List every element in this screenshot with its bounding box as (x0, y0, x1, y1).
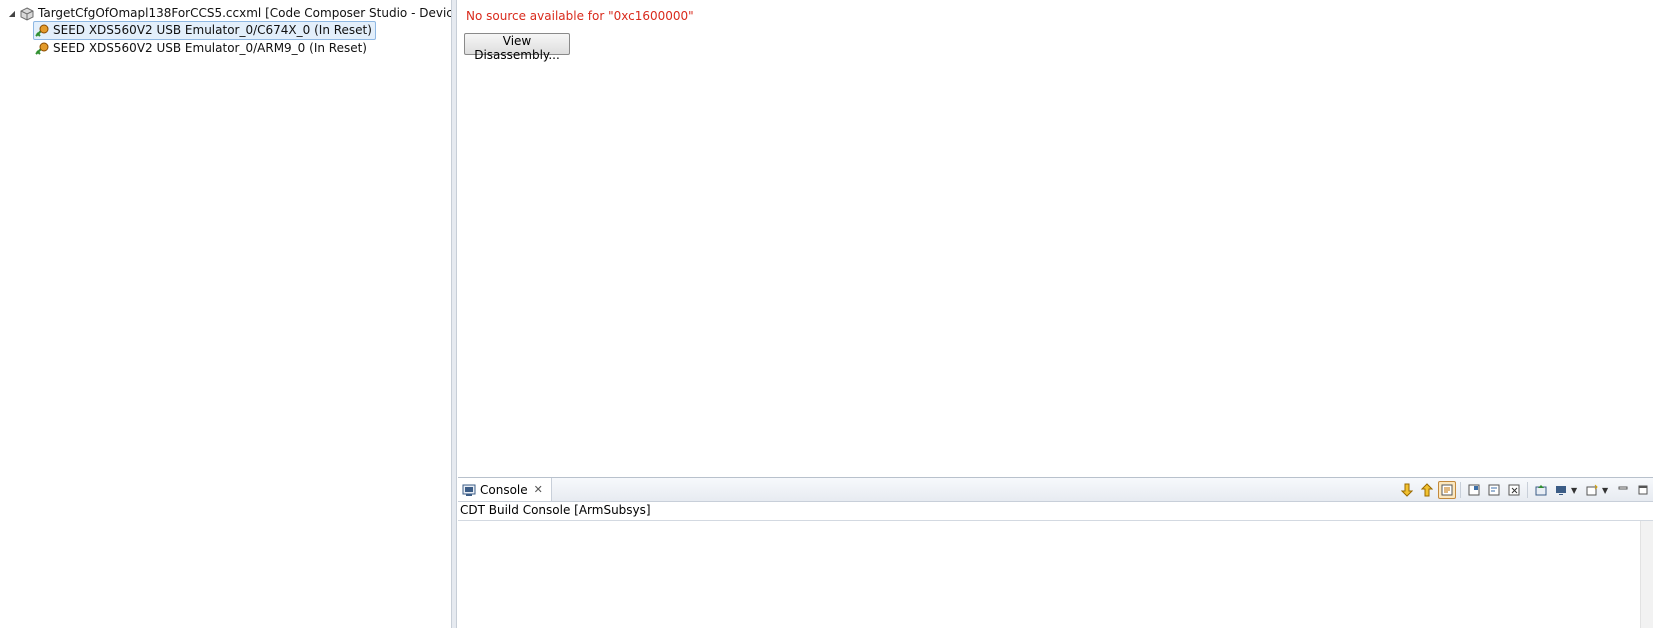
console-tab-label: Console (480, 482, 528, 497)
console-view: Console ✕ ▼ ▼ CDT Build Console [ArmSubs… (458, 477, 1653, 628)
close-icon[interactable]: ✕ (534, 483, 543, 496)
editor-area: No source available for "0xc1600000" Vie… (458, 0, 1653, 477)
pin-console-icon[interactable] (1465, 481, 1483, 499)
maximize-icon[interactable] (1634, 481, 1652, 499)
tree-root-label: TargetCfgOfOmapl138ForCCS5.ccxml [Code C… (38, 6, 452, 20)
scroll-down-icon[interactable] (1398, 481, 1416, 499)
console-tab-bar: Console ✕ ▼ ▼ (458, 478, 1653, 502)
scroll-up-icon[interactable] (1418, 481, 1436, 499)
console-toolbar: ▼ ▼ (1397, 480, 1653, 500)
tree-item-label: SEED XDS560V2 USB Emulator_0/ARM9_0 (In … (53, 41, 367, 55)
selection-highlight: SEED XDS560V2 USB Emulator_0/C674X_0 (In… (33, 21, 376, 40)
tree-item-arm9[interactable]: SEED XDS560V2 USB Emulator_0/ARM9_0 (In … (35, 40, 367, 57)
tree-root-target-config[interactable]: ◢ TargetCfgOfOmapl138ForCCS5.ccxml [Code… (6, 5, 452, 22)
vertical-sash[interactable] (451, 0, 457, 628)
tab-console[interactable]: Console ✕ (458, 478, 552, 501)
ccs-window: ◢ TargetCfgOfOmapl138ForCCS5.ccxml [Code… (0, 0, 1653, 628)
debug-core-icon (35, 24, 49, 38)
toolbar-separator (1460, 482, 1461, 498)
no-source-message: No source available for "0xc1600000" (466, 9, 694, 23)
debug-core-icon (35, 42, 49, 56)
view-disassembly-button[interactable]: View Disassembly... (464, 33, 570, 62)
chevron-down-icon[interactable]: ▼ (1571, 486, 1579, 495)
display-selected-console-icon[interactable] (1532, 481, 1550, 499)
console-output-area[interactable] (458, 520, 1653, 628)
tree-item-c674x[interactable]: SEED XDS560V2 USB Emulator_0/C674X_0 (In… (33, 21, 376, 40)
tree-item-label: SEED XDS560V2 USB Emulator_0/C674X_0 (In… (53, 23, 372, 37)
clear-console-icon[interactable] (1505, 481, 1523, 499)
minimize-icon[interactable] (1614, 481, 1632, 499)
target-config-icon (20, 6, 34, 21)
console-name-label: CDT Build Console [ArmSubsys] (460, 503, 651, 517)
scroll-lock-icon[interactable] (1438, 481, 1456, 499)
console-icon (462, 483, 476, 497)
collapse-triangle-icon[interactable]: ◢ (6, 8, 18, 20)
vertical-scrollbar[interactable] (1640, 521, 1653, 628)
debug-view: ◢ TargetCfgOfOmapl138ForCCS5.ccxml [Code… (0, 0, 452, 628)
monitor-icon[interactable] (1552, 481, 1570, 499)
word-wrap-icon[interactable] (1485, 481, 1503, 499)
toolbar-separator (1527, 482, 1528, 498)
open-console-icon[interactable] (1583, 481, 1601, 499)
chevron-down-icon[interactable]: ▼ (1602, 486, 1610, 495)
